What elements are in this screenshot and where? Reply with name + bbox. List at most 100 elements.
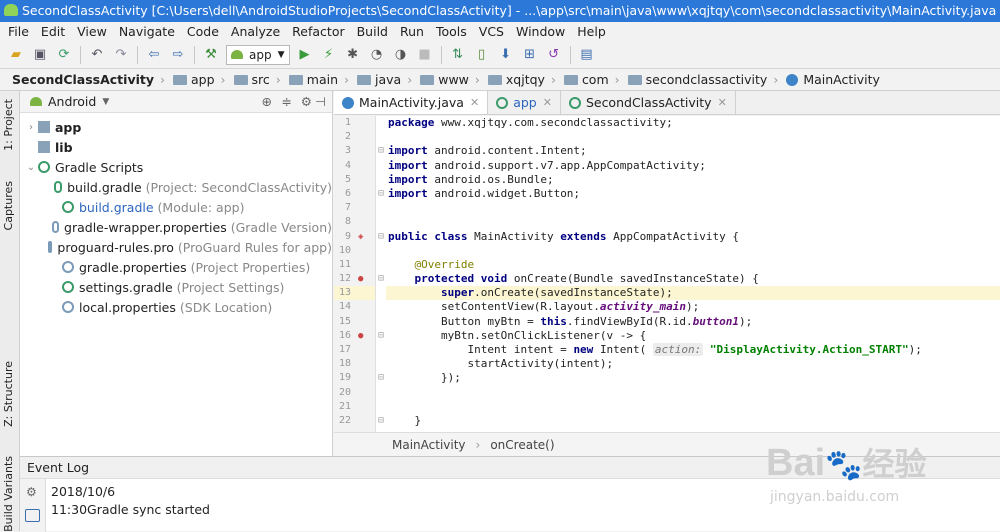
save-icon[interactable]: ▣ <box>30 45 50 65</box>
tree-item[interactable]: › app <box>20 117 332 137</box>
menu-tools[interactable]: Tools <box>430 22 473 41</box>
fold-marker[interactable] <box>376 386 386 400</box>
settings-gear-icon[interactable]: ⚙ <box>301 94 312 109</box>
fold-marker[interactable] <box>376 215 386 229</box>
collapse-all-icon[interactable]: ≑ <box>282 94 292 109</box>
close-icon[interactable]: ✕ <box>543 96 552 109</box>
apply-changes-icon[interactable]: ⚡ <box>319 45 339 65</box>
nav-crumb[interactable]: com › <box>560 72 624 87</box>
avd-manager-icon[interactable]: ▯ <box>472 45 492 65</box>
nav-crumb[interactable]: xqjtqy › <box>484 72 560 87</box>
expand-arrow-icon[interactable]: ⌄ <box>24 162 38 173</box>
editor-tab[interactable]: MainActivity.java ✕ <box>334 91 489 114</box>
settings-wrench-icon[interactable]: ⚙ <box>26 485 37 499</box>
sync-icon[interactable]: ⟳ <box>54 45 74 65</box>
nav-crumb[interactable]: MainActivity <box>782 72 884 87</box>
fold-marker[interactable] <box>376 343 386 357</box>
message-icon[interactable] <box>25 509 40 522</box>
close-icon[interactable]: ✕ <box>718 96 727 109</box>
tree-item[interactable]: ⌄ Gradle Scripts <box>20 157 332 177</box>
override-marker-icon[interactable]: ● <box>358 272 363 286</box>
sdk-manager-icon[interactable]: ⬇ <box>496 45 516 65</box>
fold-marker[interactable]: ⊟ <box>376 329 386 343</box>
captures-tool-tab[interactable]: Captures <box>2 181 15 230</box>
open-folder-icon[interactable]: ▰ <box>6 45 26 65</box>
nav-crumb[interactable]: www › <box>416 72 484 87</box>
chevron-down-icon[interactable]: ▼ <box>102 97 109 107</box>
fold-marker[interactable]: ⊟ <box>376 414 386 428</box>
fold-marker[interactable] <box>376 159 386 173</box>
run-icon[interactable]: ▶ <box>295 45 315 65</box>
nav-crumb[interactable]: secondclassactivity › <box>624 72 783 87</box>
back-icon[interactable]: ⇦ <box>144 45 164 65</box>
redo-icon[interactable]: ↷ <box>111 45 131 65</box>
tree-item[interactable]: lib <box>20 137 332 157</box>
tree-item[interactable]: gradle.properties (Project Properties) <box>20 257 332 277</box>
fold-marker[interactable]: ⊟ <box>376 144 386 158</box>
forward-icon[interactable]: ⇨ <box>168 45 188 65</box>
fold-marker[interactable] <box>376 315 386 329</box>
override-marker-icon[interactable]: ● <box>358 329 363 343</box>
undo-icon[interactable]: ↶ <box>87 45 107 65</box>
revert-icon[interactable]: ↺ <box>544 45 564 65</box>
layout-inspector-icon[interactable]: ⊞ <box>520 45 540 65</box>
tree-item[interactable]: local.properties (SDK Location) <box>20 297 332 317</box>
editor-tab[interactable]: SecondClassActivity ✕ <box>561 91 736 114</box>
breadcrumb-class[interactable]: MainActivity <box>392 438 466 452</box>
profile-icon[interactable]: ◔ <box>367 45 387 65</box>
menu-file[interactable]: File <box>2 22 35 41</box>
menu-window[interactable]: Window <box>510 22 571 41</box>
nav-crumb[interactable]: main › <box>285 72 353 87</box>
scroll-from-source-icon[interactable]: ⊕ <box>262 94 272 109</box>
menu-refactor[interactable]: Refactor <box>286 22 350 41</box>
fold-marker[interactable]: ⊟ <box>376 187 386 201</box>
override-marker-icon[interactable]: ◈ <box>358 230 363 244</box>
tree-item[interactable]: build.gradle (Module: app) <box>20 197 332 217</box>
menu-code[interactable]: Code <box>181 22 225 41</box>
breadcrumb-method[interactable]: onCreate() <box>490 438 554 452</box>
fold-marker[interactable] <box>376 116 386 130</box>
fold-marker[interactable]: ⊟ <box>376 272 386 286</box>
menu-view[interactable]: View <box>71 22 113 41</box>
menu-navigate[interactable]: Navigate <box>113 22 181 41</box>
stop-icon[interactable]: ■ <box>415 45 435 65</box>
tree-item[interactable]: settings.gradle (Project Settings) <box>20 277 332 297</box>
fold-marker[interactable]: ⊟ <box>376 371 386 385</box>
menu-vcs[interactable]: VCS <box>473 22 510 41</box>
fold-marker[interactable] <box>376 173 386 187</box>
tree-item[interactable]: gradle-wrapper.properties (Gradle Version… <box>20 217 332 237</box>
fold-marker[interactable] <box>376 201 386 215</box>
fold-marker[interactable] <box>376 300 386 314</box>
debug-icon[interactable]: ✱ <box>343 45 363 65</box>
nav-crumb[interactable]: app › <box>169 72 230 87</box>
tree-item[interactable]: build.gradle (Project: SecondClassActivit… <box>20 177 332 197</box>
menu-build[interactable]: Build <box>351 22 394 41</box>
tree-item[interactable]: proguard-rules.pro (ProGuard Rules for ap… <box>20 237 332 257</box>
menu-analyze[interactable]: Analyze <box>225 22 286 41</box>
fold-marker[interactable] <box>376 244 386 258</box>
menu-run[interactable]: Run <box>394 22 430 41</box>
hide-panel-icon[interactable]: ⊣ <box>315 94 326 109</box>
project-tool-tab[interactable]: 1: Project <box>2 99 15 151</box>
fold-marker[interactable] <box>376 357 386 371</box>
run-config-select[interactable]: app ▼ <box>226 44 290 65</box>
sync-gradle-icon[interactable]: ⇅ <box>448 45 468 65</box>
fold-marker[interactable]: ⊟ <box>376 230 386 244</box>
close-icon[interactable]: ✕ <box>470 96 479 109</box>
menu-edit[interactable]: Edit <box>35 22 71 41</box>
fold-marker[interactable] <box>376 130 386 144</box>
build-variants-tool-tab[interactable]: Build Variants <box>2 456 15 532</box>
nav-crumb[interactable]: src › <box>230 72 285 87</box>
expand-arrow-icon[interactable]: › <box>24 122 38 133</box>
project-structure-icon[interactable]: ▤ <box>577 45 597 65</box>
fold-marker[interactable] <box>376 286 386 300</box>
editor-tab[interactable]: app ✕ <box>488 91 561 114</box>
code-editor[interactable]: package www.xqjtqy.com.secondclassactivi… <box>386 116 1000 432</box>
attach-debugger-icon[interactable]: ◑ <box>391 45 411 65</box>
nav-crumb[interactable]: SecondClassActivity › <box>8 72 169 87</box>
make-project-icon[interactable]: ⚒ <box>201 45 221 65</box>
fold-marker[interactable] <box>376 400 386 414</box>
fold-marker[interactable] <box>376 258 386 272</box>
structure-tool-tab[interactable]: Z: Structure <box>2 361 15 427</box>
nav-crumb[interactable]: java › <box>353 72 416 87</box>
